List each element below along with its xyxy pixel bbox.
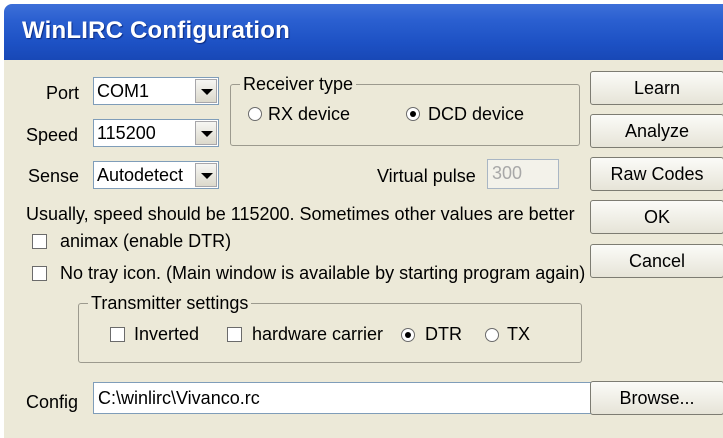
ok-button[interactable]: OK xyxy=(590,200,723,234)
sense-label: Sense xyxy=(28,166,80,186)
virtual-pulse-label: Virtual pulse xyxy=(377,166,476,186)
animax-label[interactable]: animax (enable DTR) xyxy=(60,230,231,252)
cancel-button[interactable]: Cancel xyxy=(590,244,723,278)
port-select[interactable]: COM1 xyxy=(93,77,219,105)
dtr-label[interactable]: DTR xyxy=(425,323,462,345)
speed-hint: Usually, speed should be 115200. Sometim… xyxy=(26,204,575,224)
speed-select[interactable]: 115200 xyxy=(93,119,219,147)
virtual-pulse-value: 300 xyxy=(492,163,523,183)
hardware-carrier-label[interactable]: hardware carrier xyxy=(252,323,383,345)
tx-radio[interactable] xyxy=(485,328,499,342)
config-label: Config xyxy=(26,392,79,412)
learn-button[interactable]: Learn xyxy=(590,71,723,105)
animax-checkbox[interactable] xyxy=(32,234,47,249)
title-bar[interactable]: WinLIRC Configuration xyxy=(4,4,723,60)
port-label: Port xyxy=(46,83,80,103)
analyze-button[interactable]: Analyze xyxy=(590,114,723,148)
speed-value: 115200 xyxy=(97,123,156,143)
config-path-value: C:\winlirc\Vivanco.rc xyxy=(98,388,260,408)
inverted-checkbox[interactable] xyxy=(110,327,125,342)
no-tray-checkbox[interactable] xyxy=(32,266,47,281)
config-path-input[interactable]: C:\winlirc\Vivanco.rc xyxy=(93,382,603,414)
hardware-carrier-checkbox[interactable] xyxy=(227,327,242,342)
port-value: COM1 xyxy=(97,81,150,101)
raw-codes-button[interactable]: Raw Codes xyxy=(590,157,723,191)
chevron-down-icon[interactable] xyxy=(195,163,217,187)
dtr-radio[interactable] xyxy=(401,328,415,342)
no-tray-label[interactable]: No tray icon. (Main window is available … xyxy=(60,262,585,284)
transmitter-settings-legend: Transmitter settings xyxy=(88,292,252,314)
config-window: WinLIRC Configuration Port COM1 Speed 11… xyxy=(4,4,723,438)
rx-device-label[interactable]: RX device xyxy=(268,103,350,125)
window-title: WinLIRC Configuration xyxy=(22,17,290,44)
speed-label: Speed xyxy=(26,125,79,145)
browse-button[interactable]: Browse... xyxy=(590,381,723,415)
virtual-pulse-input: 300 xyxy=(487,159,559,189)
receiver-type-legend: Receiver type xyxy=(240,73,357,95)
sense-select[interactable]: Autodetect xyxy=(93,161,219,189)
dcd-device-radio[interactable] xyxy=(406,107,420,121)
sense-value: Autodetect xyxy=(97,165,184,185)
rx-device-radio[interactable] xyxy=(248,107,262,121)
chevron-down-icon[interactable] xyxy=(195,79,217,103)
inverted-label[interactable]: Inverted xyxy=(134,323,199,345)
chevron-down-icon[interactable] xyxy=(195,121,217,145)
dcd-device-label[interactable]: DCD device xyxy=(428,103,524,125)
tx-label[interactable]: TX xyxy=(507,323,530,345)
